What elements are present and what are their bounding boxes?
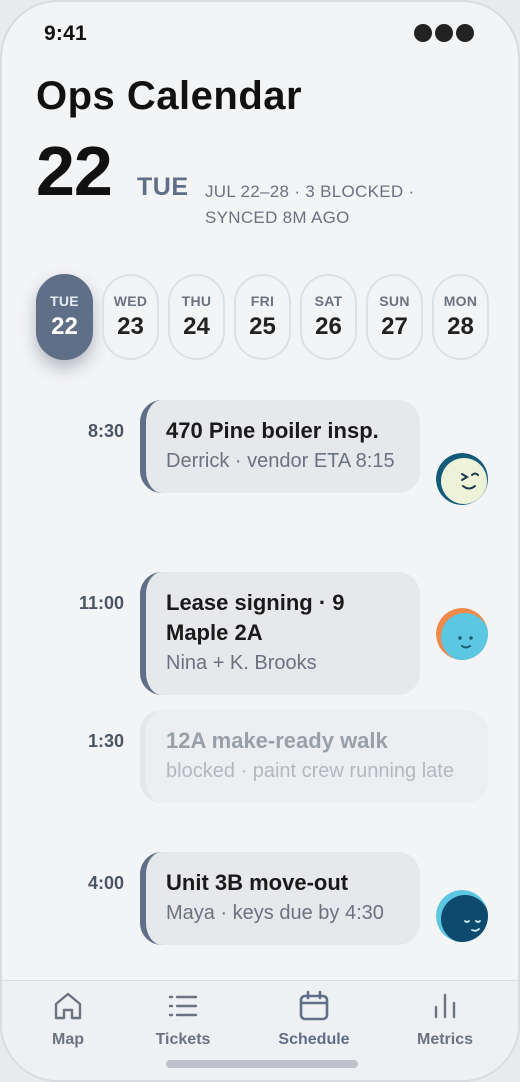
event-detail: Maya · keys due by 4:30 <box>166 902 384 924</box>
home-indicator <box>166 1060 358 1068</box>
avatar[interactable] <box>436 608 488 660</box>
day-num: 23 <box>117 313 144 340</box>
event-time: 4:00 <box>87 873 124 893</box>
home-icon <box>54 992 82 1020</box>
day-dow: FRI <box>250 293 275 309</box>
day-dow: MON <box>443 293 478 309</box>
day-num: 25 <box>249 313 276 340</box>
smiling-face-icon <box>436 608 488 660</box>
day-num: 28 <box>447 313 474 340</box>
day-num: 24 <box>183 313 210 340</box>
event-card-move-out[interactable]: Unit 3B move-out Maya · keys due by 4:30 <box>140 852 420 945</box>
event-title: 470 Pine boiler insp. <box>166 418 379 443</box>
day-num: 26 <box>315 313 342 340</box>
winking-face-icon <box>436 453 488 505</box>
event-time: 11:00 <box>78 593 124 613</box>
status-time: 9:41 <box>44 22 87 45</box>
phone-screen: 9:41 Ops Calendar 22 TUE JUL 22–28 · 3 B… <box>0 0 520 1082</box>
day-sat-26[interactable]: SAT 26 <box>300 274 357 360</box>
date-summary: JUL 22–28 · 3 BLOCKED · SYNCED 8M AGO <box>205 182 415 227</box>
tab-schedule[interactable]: Schedule <box>259 989 369 1061</box>
status-icons <box>414 24 474 42</box>
avatar[interactable] <box>436 890 488 942</box>
event-title: Unit 3B move-out <box>166 870 349 895</box>
day-dow: WED <box>113 293 148 309</box>
event-detail: Nina + K. Brooks <box>166 652 317 674</box>
date-day-of-week: TUE <box>137 173 189 201</box>
day-dow: TUE <box>50 293 79 309</box>
avatar[interactable] <box>436 453 488 505</box>
tab-tickets[interactable]: Tickets <box>128 989 238 1061</box>
event-detail: Derrick · vendor ETA 8:15 <box>166 450 395 472</box>
event-card-lease-signing[interactable]: Lease signing · 9 Maple 2A Nina + K. Bro… <box>140 572 420 695</box>
calendar-icon <box>299 990 329 1021</box>
day-sun-27[interactable]: SUN 27 <box>366 274 423 360</box>
page-title: Ops Calendar <box>36 74 303 118</box>
day-wed-23[interactable]: WED 23 <box>102 274 159 360</box>
date-number: 22 <box>36 132 113 210</box>
event-card-make-ready-walk[interactable]: 12A make-ready walk blocked · paint crew… <box>140 710 488 803</box>
tab-map[interactable]: Map <box>13 989 123 1061</box>
event-time: 1:30 <box>87 731 124 751</box>
day-mon-28[interactable]: MON 28 <box>432 274 489 360</box>
list-icon <box>168 995 198 1017</box>
sleepy-face-icon <box>436 890 488 942</box>
day-tue-22[interactable]: TUE 22 <box>36 274 93 360</box>
tab-label: Tickets <box>155 1031 211 1048</box>
day-num: 22 <box>51 313 78 340</box>
event-title: Lease signing · 9 Maple 2A <box>166 590 345 645</box>
day-dow: SAT <box>314 293 343 309</box>
week-strip: TUE 22 WED 23 THU 24 FRI 25 SAT 26 SUN 2… <box>36 274 489 360</box>
tab-label: Map <box>52 1031 84 1048</box>
day-num: 27 <box>381 313 408 340</box>
event-card-boiler-inspection[interactable]: 470 Pine boiler insp. Derrick · vendor E… <box>140 400 420 493</box>
day-thu-24[interactable]: THU 24 <box>168 274 225 360</box>
event-title: 12A make-ready walk <box>166 728 388 753</box>
day-dow: THU <box>181 293 212 309</box>
day-dow: SUN <box>379 293 410 309</box>
event-detail: blocked · paint crew running late <box>166 760 454 782</box>
event-time: 8:30 <box>87 421 124 441</box>
day-fri-25[interactable]: FRI 25 <box>234 274 291 360</box>
tab-metrics[interactable]: Metrics <box>390 989 500 1061</box>
tab-label: Schedule <box>278 1031 350 1048</box>
tab-label: Metrics <box>416 1031 474 1048</box>
bar-chart-icon <box>434 993 456 1019</box>
